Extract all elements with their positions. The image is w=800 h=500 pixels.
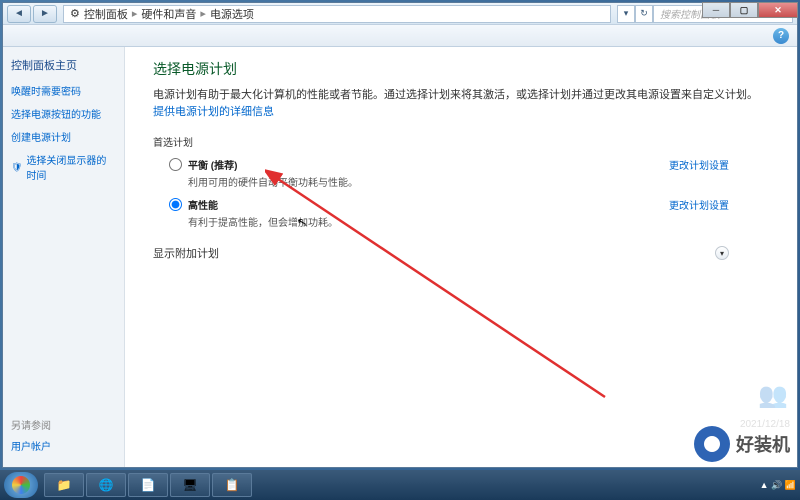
taskbar-item[interactable]: 📋 xyxy=(212,473,252,497)
sidebar-link-displayoff[interactable]: 选择关闭显示器的时间 xyxy=(11,152,116,182)
start-button[interactable] xyxy=(4,472,38,498)
toolbar: ? xyxy=(3,25,797,47)
sidebar: 控制面板主页 唤醒时需要密码 选择电源按钮的功能 创建电源计划 选择关闭显示器的… xyxy=(3,47,125,467)
preferred-plans-label: 首选计划 xyxy=(153,134,769,149)
plan-highperf-radio[interactable] xyxy=(169,198,182,211)
page-title: 选择电源计划 xyxy=(153,59,769,79)
more-info-link[interactable]: 提供电源计划的详细信息 xyxy=(153,106,274,118)
chevron-down-icon: ▾ xyxy=(715,246,729,260)
breadcrumb-icon: ⚙ xyxy=(70,7,80,20)
sidebar-link-createplan[interactable]: 创建电源计划 xyxy=(11,129,116,144)
taskbar-item[interactable]: 🖥 xyxy=(170,473,210,497)
page-description: 电源计划有助于最大化计算机的性能或者节能。通过选择计划来将其激活，或选择计划并通… xyxy=(153,87,769,120)
plan-highperf-desc: 有利于提高性能，但会增加功耗。 xyxy=(188,214,669,229)
sidebar-link-powerbutton[interactable]: 选择电源按钮的功能 xyxy=(11,106,116,121)
taskbar-item[interactable]: 🌐 xyxy=(86,473,126,497)
show-additional-plans[interactable]: 显示附加计划 ▾ xyxy=(153,245,769,261)
breadcrumb-dropdown[interactable]: ▾ xyxy=(617,5,635,23)
sidebar-link-password[interactable]: 唤醒时需要密码 xyxy=(11,83,116,98)
sidebar-home[interactable]: 控制面板主页 xyxy=(11,57,116,73)
content-area: 选择电源计划 电源计划有助于最大化计算机的性能或者节能。通过选择计划来将其激活，… xyxy=(125,47,797,467)
watermark-text: 好装机 xyxy=(736,431,790,457)
taskbar-item[interactable]: 📁 xyxy=(44,473,84,497)
watermark-bg-icons: 👥 xyxy=(758,381,788,410)
sidebar-seealso-header: 另请参阅 xyxy=(11,417,116,432)
plan-highperf-name[interactable]: 高性能 xyxy=(188,197,669,212)
maximize-button[interactable]: ▢ xyxy=(730,2,758,18)
taskbar: 📁 🌐 📄 🖥 📋 ▲ 🔊 📶 xyxy=(0,470,800,500)
breadcrumb-item[interactable]: 控制面板 xyxy=(84,6,128,22)
plan-balanced-name[interactable]: 平衡 (推荐) xyxy=(188,157,669,172)
breadcrumb-item[interactable]: 电源选项 xyxy=(210,6,254,22)
watermark-logo-icon xyxy=(694,426,730,462)
plan-balanced: 平衡 (推荐) 利用可用的硬件自动平衡功耗与性能。 更改计划设置 xyxy=(169,157,769,189)
help-icon[interactable]: ? xyxy=(773,28,789,44)
window-controls: ─ ▢ ✕ xyxy=(702,2,798,18)
back-button[interactable]: ◄ xyxy=(7,5,31,23)
titlebar: ◄ ► ⚙ 控制面板 ▸ 硬件和声音 ▸ 电源选项 ▾ ↻ 搜索控制面板 xyxy=(3,3,797,25)
refresh-button[interactable]: ↻ xyxy=(635,5,653,23)
plan-balanced-desc: 利用可用的硬件自动平衡功耗与性能。 xyxy=(188,174,669,189)
taskbar-item[interactable]: 📄 xyxy=(128,473,168,497)
forward-button[interactable]: ► xyxy=(33,5,57,23)
windows-orb-icon xyxy=(12,476,30,494)
watermark: 好装机 xyxy=(694,426,790,462)
plan-highperf-change[interactable]: 更改计划设置 xyxy=(669,197,729,212)
system-tray[interactable]: ▲ 🔊 📶 xyxy=(760,480,796,491)
minimize-button[interactable]: ─ xyxy=(702,2,730,18)
sidebar-user-accounts[interactable]: 用户帐户 xyxy=(11,438,116,453)
control-panel-window: ─ ▢ ✕ ◄ ► ⚙ 控制面板 ▸ 硬件和声音 ▸ 电源选项 ▾ ↻ 搜索控制… xyxy=(2,2,798,468)
plan-balanced-radio[interactable] xyxy=(169,158,182,171)
breadcrumb-item[interactable]: 硬件和声音 xyxy=(141,6,196,22)
plan-high-performance: 高性能 有利于提高性能，但会增加功耗。 更改计划设置 xyxy=(169,197,769,229)
breadcrumb[interactable]: ⚙ 控制面板 ▸ 硬件和声音 ▸ 电源选项 xyxy=(63,5,611,23)
plan-balanced-change[interactable]: 更改计划设置 xyxy=(669,157,729,172)
close-button[interactable]: ✕ xyxy=(758,2,798,18)
